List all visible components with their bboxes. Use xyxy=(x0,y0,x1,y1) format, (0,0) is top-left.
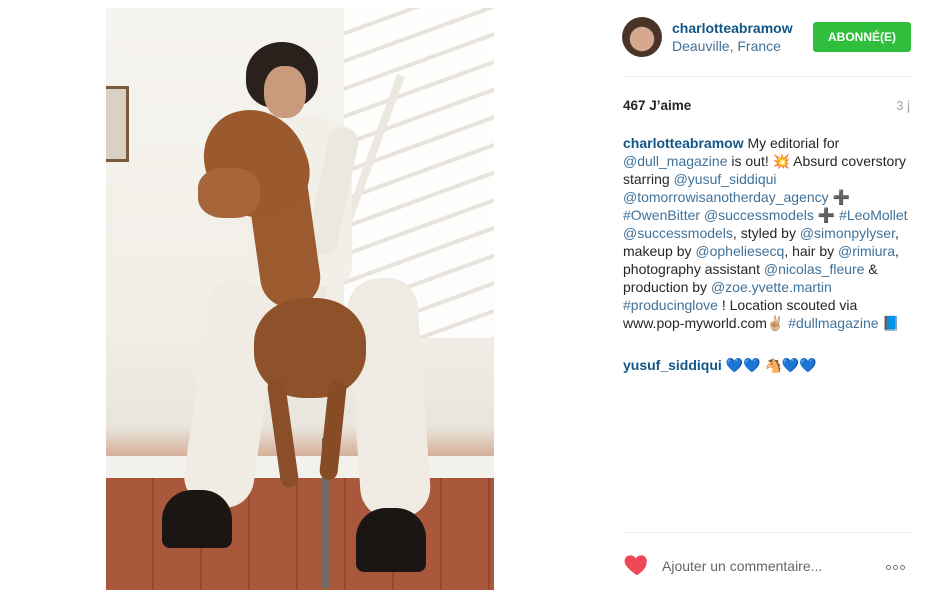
wall-frame xyxy=(106,86,129,162)
heart-icon[interactable] xyxy=(622,549,652,579)
avatar[interactable] xyxy=(622,17,662,57)
username-link[interactable]: charlotteabramow xyxy=(672,20,793,36)
comment-text: 💙💙 🐴💙💙 xyxy=(721,357,817,373)
caption-text: ➕ xyxy=(813,207,840,223)
mention-link[interactable]: @simonpylyser xyxy=(800,225,895,241)
mention-link[interactable]: @yusuf_siddiqui xyxy=(674,171,777,187)
model-face xyxy=(264,66,306,118)
baseboard xyxy=(106,456,494,480)
post-footer xyxy=(622,545,912,585)
caption-text: , styled by xyxy=(732,225,800,241)
footer-divider xyxy=(622,532,912,533)
hashtag-link[interactable]: #dullmagazine xyxy=(788,315,878,331)
follow-button[interactable]: ABONNÉ(E) xyxy=(813,22,911,52)
hashtag-link[interactable]: #LeoMollet xyxy=(839,207,908,223)
caption-text: ➕ xyxy=(828,189,850,205)
mention-link[interactable]: @rimiura xyxy=(838,243,895,259)
caption-text: My editorial for xyxy=(743,135,840,151)
horse-nose xyxy=(198,168,260,218)
post-photo[interactable] xyxy=(106,8,494,590)
mention-link[interactable]: @successmodels xyxy=(704,207,814,223)
comment-author-link[interactable]: yusuf_siddiqui xyxy=(623,357,722,373)
post-header: charlotteabramow Deauville, France ABONN… xyxy=(622,17,912,59)
header-divider xyxy=(622,76,912,77)
comment-input[interactable] xyxy=(658,553,876,579)
mention-link[interactable]: @opheliesecq xyxy=(695,243,784,259)
comment: yusuf_siddiqui 💙💙 🐴💙💙 xyxy=(623,356,913,374)
mention-link[interactable]: @dull_magazine xyxy=(623,153,728,169)
location-link[interactable]: Deauville, France xyxy=(672,38,781,54)
caption-author-link[interactable]: charlotteabramow xyxy=(623,135,744,151)
hashtag-link[interactable]: #OwenBitter xyxy=(623,207,700,223)
model-right-boot xyxy=(356,508,426,572)
mention-link[interactable]: @nicolas_fleure xyxy=(764,261,865,277)
mention-link[interactable]: @successmodels xyxy=(623,225,733,241)
like-count[interactable]: 467 J’aime xyxy=(623,98,691,113)
mention-link[interactable]: @zoe.yvette.martin xyxy=(711,279,832,295)
timestamp[interactable]: 3 j xyxy=(896,98,910,113)
mention-link[interactable]: @tomorrowisanotherday_agency xyxy=(623,189,829,205)
caption: charlotteabramow My editorial for @dull_… xyxy=(623,134,913,332)
model-left-boot xyxy=(162,490,232,548)
caption-text: , hair by xyxy=(784,243,839,259)
hashtag-link[interactable]: #producinglove xyxy=(623,297,718,313)
caption-text: 📘 xyxy=(878,315,900,331)
more-options-icon[interactable] xyxy=(886,557,912,570)
